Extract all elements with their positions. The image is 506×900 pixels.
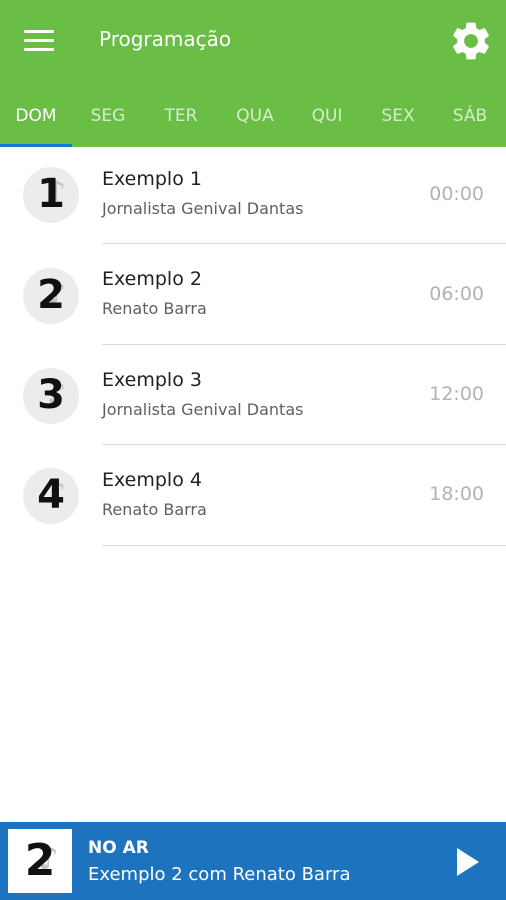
tab-sab[interactable]: SÁB: [434, 84, 506, 147]
list-item[interactable]: ♪ 2 Exemplo 2 Renato Barra 06:00: [0, 247, 506, 347]
program-time: 12:00: [429, 383, 484, 405]
play-icon[interactable]: [448, 842, 488, 882]
list-item[interactable]: ♪ 1 Exemplo 1 Jornalista Genival Dantas …: [0, 147, 506, 247]
program-thumbnail: ♪ 4: [23, 468, 79, 524]
divider: [102, 545, 506, 546]
list-item[interactable]: ♪ 3 Exemplo 3 Jornalista Genival Dantas …: [0, 347, 506, 447]
program-title: Exemplo 1: [102, 168, 202, 190]
tab-ter[interactable]: TER: [144, 84, 218, 147]
now-playing-bar[interactable]: ♪ 2 NO AR Exemplo 2 com Renato Barra: [0, 822, 506, 900]
program-title: Exemplo 2: [102, 268, 202, 290]
program-host: Renato Barra: [102, 500, 207, 519]
now-playing-thumbnail: ♪ 2: [8, 829, 72, 893]
day-tabs: DOM SEG TER QUA QUI SEX SÁB: [0, 84, 506, 147]
divider: [102, 243, 506, 244]
gear-icon[interactable]: [446, 18, 496, 64]
divider: [102, 344, 506, 345]
program-thumbnail: ♪ 3: [23, 368, 79, 424]
program-time: 00:00: [429, 183, 484, 205]
program-time: 06:00: [429, 283, 484, 305]
tab-sex[interactable]: SEX: [362, 84, 434, 147]
program-thumbnail: ♪ 2: [23, 268, 79, 324]
program-host: Jornalista Genival Dantas: [102, 400, 304, 419]
program-time: 18:00: [429, 483, 484, 505]
program-host: Jornalista Genival Dantas: [102, 199, 304, 218]
menu-icon[interactable]: [18, 26, 62, 56]
tab-qui[interactable]: QUI: [292, 84, 362, 147]
program-title: Exemplo 4: [102, 469, 202, 491]
tab-qua[interactable]: QUA: [218, 84, 292, 147]
app-bar: Programação DOM SEG TER QUA QUI SEX SÁB: [0, 0, 506, 147]
page-title: Programação: [99, 27, 232, 51]
divider: [102, 444, 506, 445]
program-thumbnail: ♪ 1: [23, 167, 79, 223]
now-playing-text: Exemplo 2 com Renato Barra: [88, 864, 351, 885]
program-title: Exemplo 3: [102, 369, 202, 391]
list-item[interactable]: ♪ 4 Exemplo 4 Renato Barra 18:00: [0, 447, 506, 547]
tab-dom[interactable]: DOM: [0, 84, 72, 147]
tab-seg[interactable]: SEG: [72, 84, 144, 147]
program-host: Renato Barra: [102, 299, 207, 318]
on-air-label: NO AR: [88, 838, 149, 858]
toolbar: Programação: [0, 0, 506, 84]
